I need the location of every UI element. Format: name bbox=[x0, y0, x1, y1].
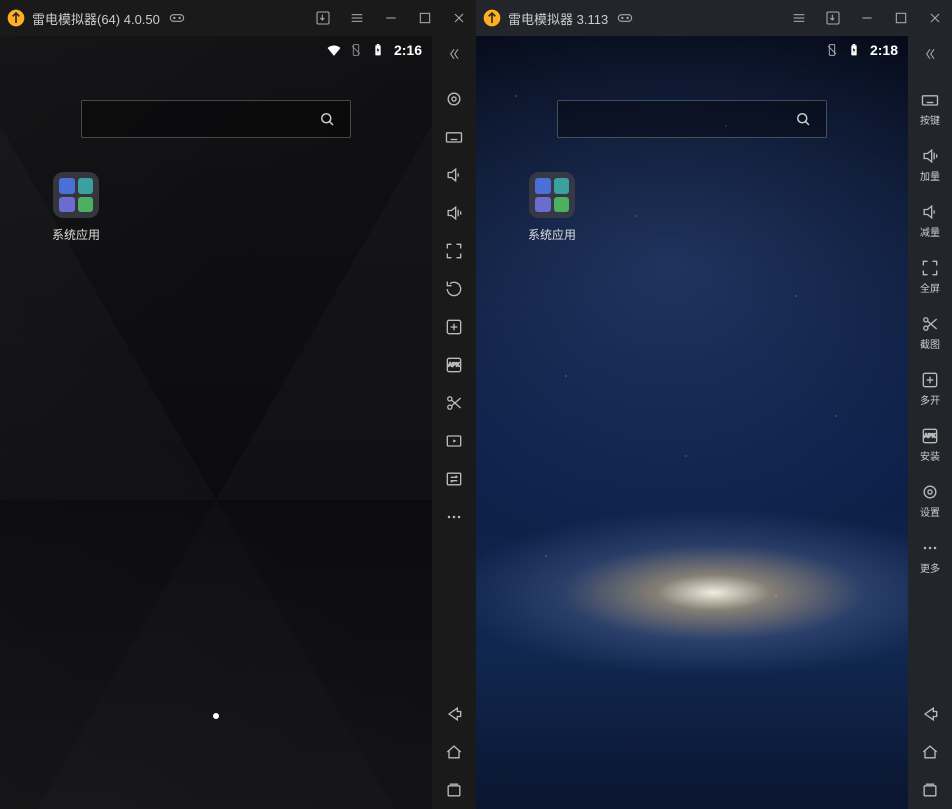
search-icon bbox=[794, 110, 812, 128]
sidebar-right: 按键 加量 减量 全屏 截图 多开 安装 设置 更多 bbox=[908, 36, 952, 809]
clock-text: 2:18 bbox=[870, 42, 898, 58]
titlebar-menu-icon[interactable] bbox=[340, 0, 374, 36]
volume-up-button[interactable]: 加量 bbox=[908, 136, 952, 192]
titlebar-menu-icon[interactable] bbox=[782, 0, 816, 36]
titlebar-left: 雷电模拟器(64) 4.0.50 bbox=[0, 0, 476, 36]
titlebar-gamepad-icon[interactable] bbox=[608, 0, 642, 36]
minimize-button[interactable] bbox=[850, 0, 884, 36]
record-button[interactable] bbox=[432, 422, 476, 460]
battery-icon bbox=[370, 42, 386, 58]
settings-button[interactable] bbox=[432, 80, 476, 118]
volume-up-button[interactable] bbox=[432, 194, 476, 232]
android-back-button[interactable] bbox=[908, 695, 952, 733]
keyboard-button[interactable]: 按键 bbox=[908, 80, 952, 136]
emulator-window-right: 雷电模拟器 3.113 2:18 系统应用 bbox=[476, 0, 952, 809]
screenshot-button[interactable]: 截图 bbox=[908, 304, 952, 360]
restart-button[interactable] bbox=[432, 270, 476, 308]
add-instance-button[interactable] bbox=[432, 308, 476, 346]
no-sim-icon bbox=[348, 42, 364, 58]
android-recents-button[interactable] bbox=[908, 771, 952, 809]
fullscreen-button[interactable]: 全屏 bbox=[908, 248, 952, 304]
app-logo-icon bbox=[6, 8, 26, 28]
folder-label: 系统应用 bbox=[516, 226, 588, 243]
maximize-button[interactable] bbox=[408, 0, 442, 36]
wifi-icon bbox=[326, 42, 342, 58]
emulator-window-left: 雷电模拟器(64) 4.0.50 2:16 bbox=[0, 0, 476, 809]
android-statusbar: 2:16 bbox=[326, 42, 422, 58]
keyboard-button[interactable] bbox=[432, 118, 476, 156]
screenshot-button[interactable] bbox=[432, 384, 476, 422]
sidebar-left bbox=[432, 36, 476, 809]
wallpaper-galaxy bbox=[476, 36, 908, 809]
collapse-sidebar-icon[interactable] bbox=[908, 36, 952, 72]
search-bar[interactable] bbox=[81, 100, 351, 138]
collapse-sidebar-icon[interactable] bbox=[432, 36, 476, 72]
install-apk-button[interactable]: 安装 bbox=[908, 416, 952, 472]
titlebar-transfer-icon[interactable] bbox=[306, 0, 340, 36]
titlebar-gamepad-icon[interactable] bbox=[160, 0, 194, 36]
android-home-button[interactable] bbox=[908, 733, 952, 771]
install-apk-button[interactable] bbox=[432, 346, 476, 384]
search-bar[interactable] bbox=[557, 100, 827, 138]
multi-instance-button[interactable]: 多开 bbox=[908, 360, 952, 416]
fullscreen-button[interactable] bbox=[432, 232, 476, 270]
no-sim-icon bbox=[824, 42, 840, 58]
more-button[interactable]: 更多 bbox=[908, 528, 952, 584]
app-logo-icon bbox=[482, 8, 502, 28]
page-indicator bbox=[213, 713, 219, 719]
folder-label: 系统应用 bbox=[40, 226, 112, 243]
android-screen-left[interactable]: 2:16 系统应用 bbox=[0, 36, 432, 809]
window-title-right: 雷电模拟器 3.113 bbox=[508, 9, 608, 28]
more-button[interactable] bbox=[432, 498, 476, 536]
wallpaper-dark bbox=[0, 36, 432, 809]
close-button[interactable] bbox=[918, 0, 952, 36]
window-title-left: 雷电模拟器(64) 4.0.50 bbox=[32, 9, 160, 28]
battery-icon bbox=[846, 42, 862, 58]
volume-down-button[interactable] bbox=[432, 156, 476, 194]
system-apps-folder[interactable]: 系统应用 bbox=[40, 172, 112, 243]
android-screen-right[interactable]: 2:18 系统应用 bbox=[476, 36, 908, 809]
close-button[interactable] bbox=[442, 0, 476, 36]
android-back-button[interactable] bbox=[432, 695, 476, 733]
folder-thumb-icon bbox=[53, 172, 99, 218]
volume-down-button[interactable]: 减量 bbox=[908, 192, 952, 248]
titlebar-right: 雷电模拟器 3.113 bbox=[476, 0, 952, 36]
minimize-button[interactable] bbox=[374, 0, 408, 36]
transfer-button[interactable] bbox=[432, 460, 476, 498]
clock-text: 2:16 bbox=[394, 42, 422, 58]
android-home-button[interactable] bbox=[432, 733, 476, 771]
android-statusbar: 2:18 bbox=[824, 42, 898, 58]
maximize-button[interactable] bbox=[884, 0, 918, 36]
settings-button[interactable]: 设置 bbox=[908, 472, 952, 528]
search-icon bbox=[318, 110, 336, 128]
android-recents-button[interactable] bbox=[432, 771, 476, 809]
titlebar-transfer-icon[interactable] bbox=[816, 0, 850, 36]
system-apps-folder[interactable]: 系统应用 bbox=[516, 172, 588, 243]
folder-thumb-icon bbox=[529, 172, 575, 218]
